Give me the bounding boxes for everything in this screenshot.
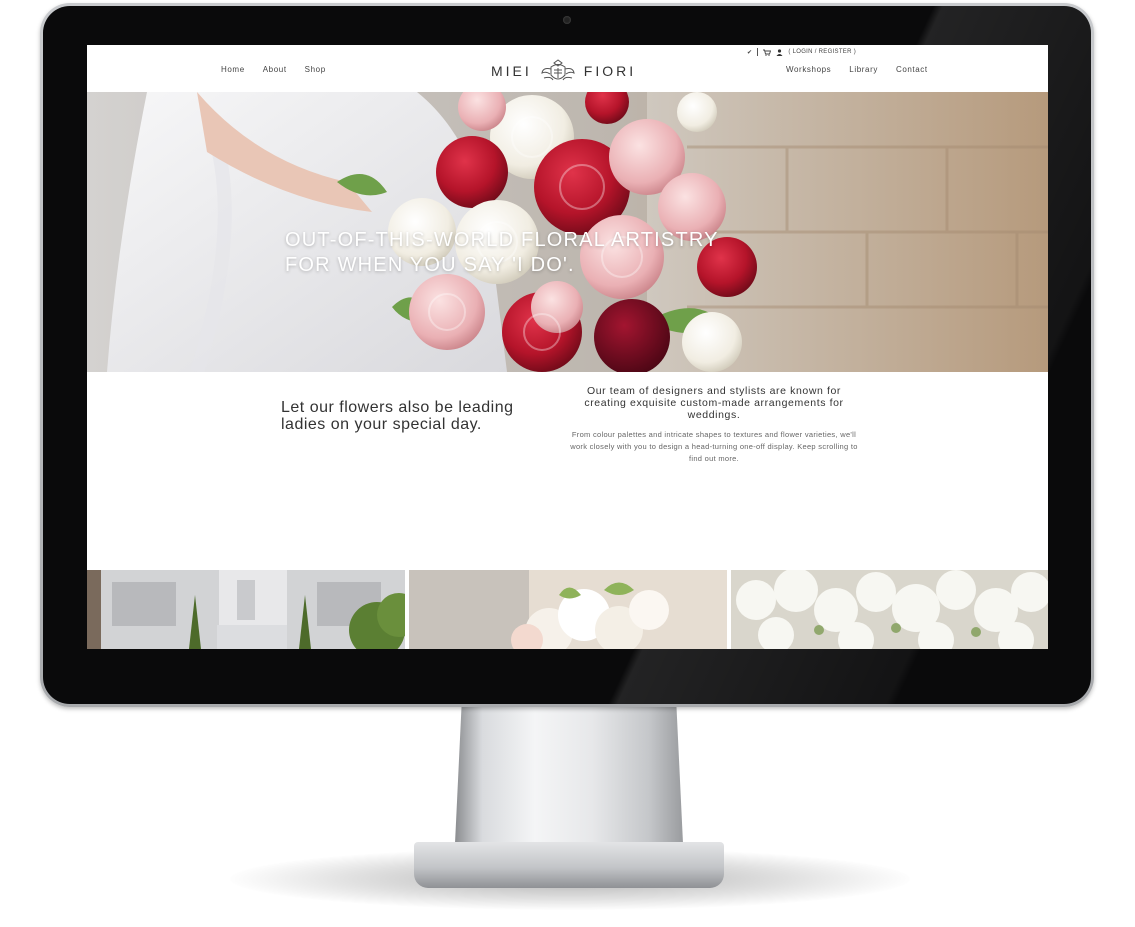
intro-description: Our team of designers and stylists are k… [569, 385, 859, 465]
hero-banner: OUT-OF-THIS-WORLD FLORAL ARTISTRY FOR WH… [87, 92, 1048, 372]
intro-heading: Let our flowers also be leading ladies o… [281, 399, 514, 433]
intro-body-text: From colour palettes and intricate shape… [570, 430, 858, 463]
nav-shop[interactable]: Shop [305, 65, 326, 74]
cart-icon[interactable] [763, 49, 772, 56]
nav-workshops[interactable]: Workshops [786, 65, 831, 74]
user-icon[interactable] [776, 48, 783, 56]
logo-text-left: MIEI [491, 63, 532, 79]
gallery-image-hydrangea[interactable] [731, 570, 1048, 649]
website-screen: ✔ ( LOGIN / REGISTER ) Home About Shop M… [87, 45, 1048, 649]
camera-icon [563, 16, 571, 24]
check-icon[interactable]: ✔ [747, 49, 752, 56]
gallery-image-bouquet[interactable] [409, 570, 727, 649]
intro-lead-text: Our team of designers and stylists are k… [584, 385, 844, 421]
login-register-link[interactable]: ( LOGIN / REGISTER ) [788, 49, 856, 55]
crest-icon [541, 59, 575, 81]
nav-library[interactable]: Library [849, 65, 878, 74]
nav-home[interactable]: Home [221, 65, 245, 74]
hero-headline: OUT-OF-THIS-WORLD FLORAL ARTISTRY FOR WH… [285, 229, 719, 276]
primary-nav-left: Home About Shop [221, 65, 326, 74]
image-gallery [87, 570, 1048, 649]
utility-bar: ✔ ( LOGIN / REGISTER ) [747, 46, 856, 58]
logo-text-right: FIORI [583, 63, 637, 79]
nav-about[interactable]: About [263, 65, 287, 74]
site-header: ✔ ( LOGIN / REGISTER ) Home About Shop M… [87, 45, 1048, 92]
monitor-stand-base [414, 842, 724, 888]
site-logo[interactable]: MIEI FIORI [491, 56, 636, 86]
gallery-image-venue[interactable] [87, 570, 405, 649]
primary-nav-right: Workshops Library Contact [786, 65, 928, 74]
nav-contact[interactable]: Contact [896, 65, 928, 74]
utility-divider [757, 48, 759, 56]
